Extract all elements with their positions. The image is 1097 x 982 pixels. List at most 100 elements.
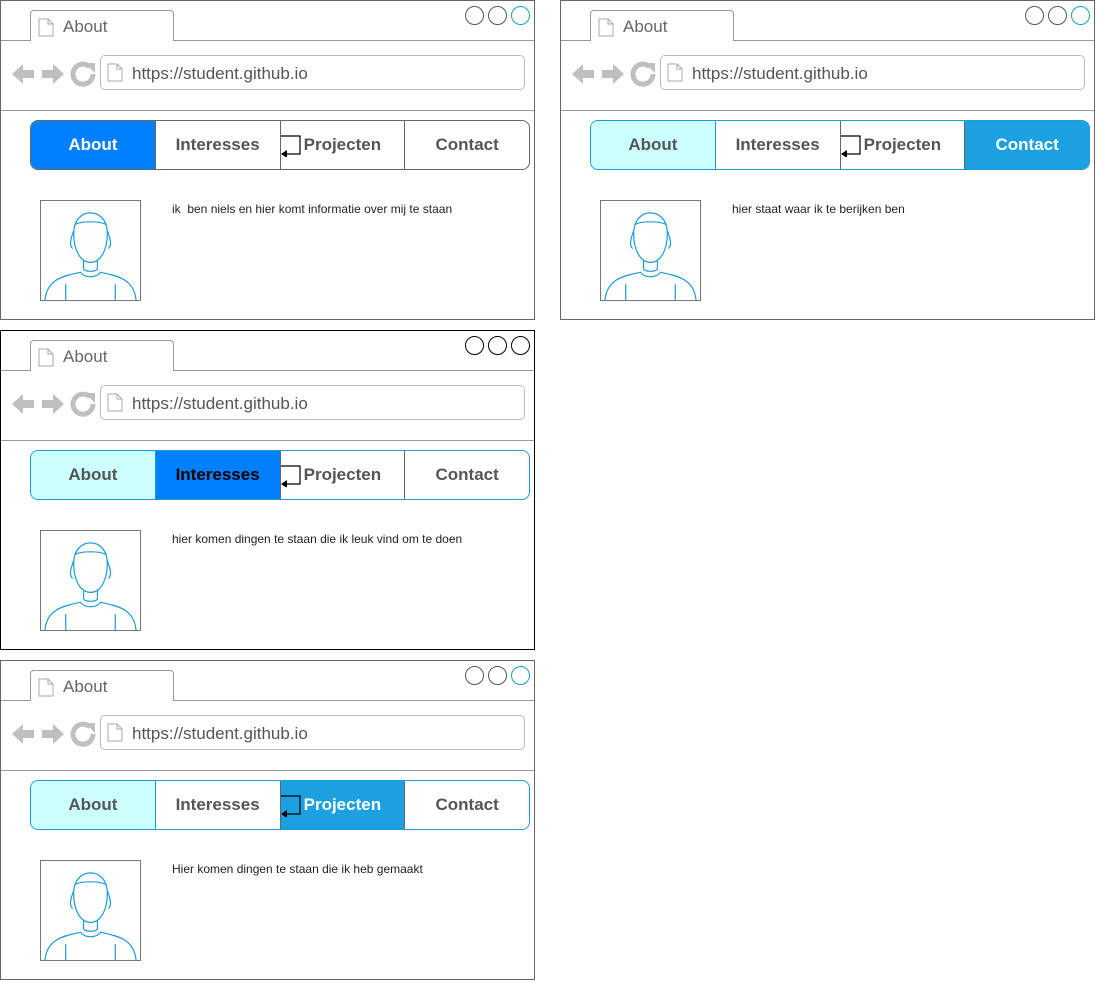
nav-projecten-label: Projecten (863, 135, 942, 154)
nav-projecten-label: Projecten (303, 135, 382, 154)
nav-contact[interactable]: Contact (404, 451, 529, 499)
nav-about[interactable]: About (31, 451, 155, 499)
forward-arrow-icon[interactable] (602, 64, 624, 84)
forward-arrow-icon[interactable] (42, 724, 64, 744)
nav-projecten[interactable]: Projecten (279, 781, 405, 829)
forward-arrow-icon[interactable] (42, 64, 64, 84)
page-content-text: ik ben niels en hier komt informatie ove… (172, 202, 453, 216)
page-content-text: hier staat waar ik te berijken ben (732, 202, 905, 216)
close-button[interactable] (511, 666, 530, 685)
browser-window-projecten: About https://student.github.io About In… (0, 660, 535, 980)
browser-tab[interactable]: About (30, 670, 174, 700)
browser-nav-icons (572, 61, 656, 87)
browser-nav-icons (12, 61, 96, 87)
address-bar[interactable]: https://student.github.io (100, 55, 525, 90)
window-controls (465, 666, 530, 685)
address-bar[interactable]: https://student.github.io (100, 715, 525, 750)
reload-icon[interactable] (630, 61, 656, 87)
close-button[interactable] (511, 336, 530, 355)
browser-tab[interactable]: About (590, 10, 734, 40)
restore-button[interactable] (488, 666, 507, 685)
restore-button[interactable] (488, 6, 507, 25)
nav-projecten[interactable]: Projecten (279, 451, 405, 499)
minimize-button[interactable] (465, 6, 484, 25)
nav-interesses[interactable]: Interesses (154, 451, 280, 499)
back-arrow-icon[interactable] (12, 724, 34, 744)
nav-about[interactable]: About (31, 781, 155, 829)
nav-about[interactable]: About (31, 121, 155, 169)
reload-icon[interactable] (70, 391, 96, 417)
window-controls (1025, 6, 1090, 25)
document-icon (107, 393, 123, 412)
minimize-button[interactable] (465, 336, 484, 355)
link-arrow-icon (280, 465, 301, 487)
page-content-text: Hier komen dingen te staan die ik heb ge… (172, 862, 423, 876)
tab-title: About (623, 17, 668, 36)
url-text: https://student.github.io (132, 64, 308, 83)
link-arrow-icon (280, 795, 301, 817)
minimize-button[interactable] (465, 666, 484, 685)
nav-interesses[interactable]: Interesses (154, 121, 280, 169)
tab-title: About (63, 347, 108, 366)
nav-contact[interactable]: Contact (964, 121, 1089, 169)
nav-bar: About Interesses Projecten Contact (30, 120, 530, 170)
nav-bar: About Interesses Projecten Contact (30, 780, 530, 830)
restore-button[interactable] (488, 336, 507, 355)
window-controls (465, 6, 530, 25)
back-arrow-icon[interactable] (572, 64, 594, 84)
browser-tab[interactable]: About (30, 340, 174, 370)
profile-avatar (40, 530, 141, 631)
browser-nav-icons (12, 721, 96, 747)
browser-window-contact: About https://student.github.io About In… (560, 0, 1095, 320)
browser-window-interesses: About https://student.github.io About In… (0, 330, 535, 650)
profile-avatar (40, 860, 141, 961)
document-icon (38, 18, 54, 37)
address-bar[interactable]: https://student.github.io (100, 385, 525, 420)
minimize-button[interactable] (1025, 6, 1044, 25)
browser-tab[interactable]: About (30, 10, 174, 40)
nav-contact[interactable]: Contact (404, 781, 529, 829)
url-text: https://student.github.io (132, 394, 308, 413)
user-avatar-icon (44, 212, 137, 301)
close-button[interactable] (1071, 6, 1090, 25)
document-icon (107, 63, 123, 82)
nav-projecten[interactable]: Projecten (839, 121, 965, 169)
document-icon (107, 723, 123, 742)
tab-title: About (63, 677, 108, 696)
restore-button[interactable] (1048, 6, 1067, 25)
nav-interesses[interactable]: Interesses (714, 121, 840, 169)
back-arrow-icon[interactable] (12, 394, 34, 414)
document-icon (38, 348, 54, 367)
document-icon (667, 63, 683, 82)
nav-projecten-label: Projecten (303, 465, 382, 484)
browser-nav-icons (12, 391, 96, 417)
link-arrow-icon (840, 135, 861, 157)
document-icon (598, 18, 614, 37)
reload-icon[interactable] (70, 721, 96, 747)
nav-bar: About Interesses Projecten Contact (590, 120, 1090, 170)
forward-arrow-icon[interactable] (42, 394, 64, 414)
nav-bar: About Interesses Projecten Contact (30, 450, 530, 500)
nav-about[interactable]: About (591, 121, 715, 169)
reload-icon[interactable] (70, 61, 96, 87)
url-text: https://student.github.io (692, 64, 868, 83)
document-icon (38, 678, 54, 697)
link-arrow-icon (280, 135, 301, 157)
close-button[interactable] (511, 6, 530, 25)
tab-title: About (63, 17, 108, 36)
user-avatar-icon (604, 212, 697, 301)
window-controls (465, 336, 530, 355)
nav-projecten-label: Projecten (303, 795, 382, 814)
browser-window-about: About https://student.github.io About In… (0, 0, 535, 320)
user-avatar-icon (44, 542, 137, 631)
profile-avatar (40, 200, 141, 301)
nav-contact[interactable]: Contact (404, 121, 529, 169)
profile-avatar (600, 200, 701, 301)
nav-projecten[interactable]: Projecten (279, 121, 405, 169)
user-avatar-icon (44, 872, 137, 961)
nav-interesses[interactable]: Interesses (154, 781, 280, 829)
back-arrow-icon[interactable] (12, 64, 34, 84)
page-content-text: hier komen dingen te staan die ik leuk v… (172, 532, 463, 546)
url-text: https://student.github.io (132, 724, 308, 743)
address-bar[interactable]: https://student.github.io (660, 55, 1085, 90)
